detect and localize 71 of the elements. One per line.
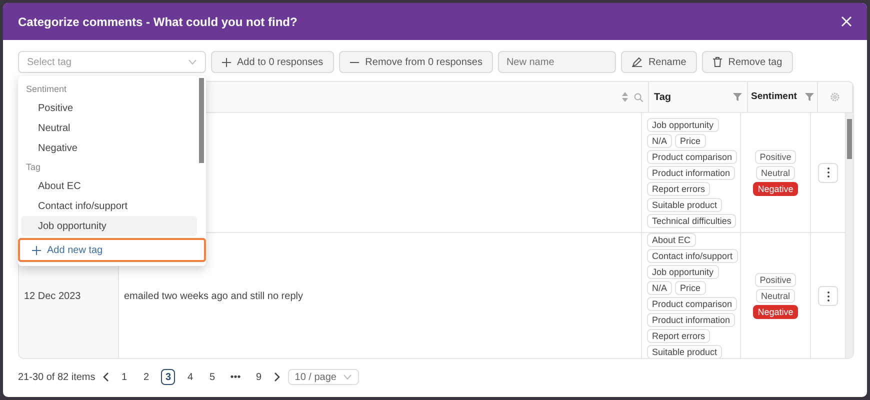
page-button[interactable]: 2 <box>139 369 154 385</box>
chevron-down-icon <box>188 59 197 65</box>
tag-chip[interactable]: Suitable product <box>647 198 722 212</box>
page-button[interactable]: 4 <box>183 369 198 385</box>
tag-chip[interactable]: Contact info/support <box>647 249 738 263</box>
dropdown-option[interactable]: Negative <box>21 138 197 158</box>
tag-chip[interactable]: Product information <box>647 313 736 327</box>
remove-button[interactable]: Remove from 0 responses <box>339 51 494 73</box>
filter-icon[interactable] <box>805 93 814 101</box>
page-button[interactable]: 9 <box>252 369 266 385</box>
chevron-left-icon[interactable] <box>103 372 110 382</box>
sentiment-chip[interactable]: Positive <box>754 273 796 287</box>
column-header: Sentiment <box>751 90 797 104</box>
dropdown-option[interactable]: Job opportunity <box>21 216 197 236</box>
tag-chip[interactable]: Job opportunity <box>647 118 719 132</box>
sort-icon[interactable] <box>622 92 628 102</box>
dialog-title: Categorize comments - What could you not find? <box>18 14 298 30</box>
pagination-summary: 21-30 of 82 items <box>18 370 96 384</box>
sentiment-chip[interactable]: Neutral <box>756 166 795 180</box>
tag-chip[interactable]: Product comparison <box>647 150 738 164</box>
tag-chip[interactable]: N/A <box>647 281 672 295</box>
dropdown-option[interactable]: Contact info/support <box>21 196 197 216</box>
date-cell-text: 12 Dec 2023 <box>24 290 81 304</box>
more-icon <box>826 290 830 302</box>
remove-tag-button[interactable]: Remove tag <box>702 51 794 73</box>
rename-button[interactable]: Rename <box>621 51 698 73</box>
sentiment-chip[interactable]: Positive <box>754 150 796 164</box>
tag-chip[interactable]: Product information <box>647 166 736 180</box>
scrollbar[interactable] <box>846 113 853 358</box>
filter-icon[interactable] <box>733 93 742 101</box>
more-button[interactable] <box>818 286 838 306</box>
more-icon <box>826 167 830 178</box>
plus-icon <box>222 58 231 66</box>
column-header: Tag <box>654 90 672 104</box>
page-button[interactable]: 3 <box>161 369 176 385</box>
group-label: Sentiment <box>25 83 68 96</box>
sentiment-chip[interactable]: Negative <box>752 182 798 196</box>
add-tag-button[interactable]: Add new tag <box>18 238 206 262</box>
tag-chip[interactable]: Suitable product <box>647 345 722 358</box>
tag-chip[interactable]: Job opportunity <box>647 265 719 279</box>
dropdown-option[interactable]: Positive <box>21 98 197 118</box>
page-button[interactable]: 1 <box>117 369 132 385</box>
tag-chip[interactable]: About EC <box>647 233 696 247</box>
tag-chip[interactable]: Price <box>675 134 706 148</box>
chevron-right-icon[interactable] <box>274 372 280 382</box>
dropdown-option[interactable]: Neutral <box>21 118 197 138</box>
trash-icon <box>713 57 722 67</box>
tag-chip[interactable]: N/A <box>647 134 672 148</box>
page-button[interactable]: 5 <box>205 369 220 385</box>
dropdown-option[interactable]: About EC <box>21 176 197 196</box>
comment-text: emailed two weeks ago and still no reply <box>124 290 303 304</box>
close-icon[interactable] <box>841 16 852 27</box>
chevron-down-icon <box>342 374 352 380</box>
page-size-select[interactable]: 10 / page <box>288 369 358 385</box>
name-field[interactable]: New name <box>498 51 616 73</box>
dropdown-scrollbar[interactable] <box>199 78 204 163</box>
more-button[interactable] <box>818 162 838 182</box>
add-button[interactable]: Add to 0 responses <box>211 51 334 73</box>
sentiment-chip[interactable]: Negative <box>752 305 798 319</box>
tag-chip[interactable]: Report errors <box>647 329 710 343</box>
group-label: Tag <box>25 161 42 174</box>
tag-chip[interactable]: Price <box>675 281 706 295</box>
tag-chip[interactable]: Technical difficulties <box>647 214 736 228</box>
tag-chip[interactable]: Product comparison <box>647 297 738 311</box>
settings-icon[interactable] <box>830 92 840 102</box>
ellipsis: ••• <box>229 371 242 385</box>
sentiment-chip[interactable]: Neutral <box>756 289 795 303</box>
tag-chip[interactable]: Report errors <box>647 182 710 196</box>
pencil-icon <box>632 57 642 67</box>
plus-icon <box>32 246 41 254</box>
search-icon[interactable] <box>634 92 643 102</box>
